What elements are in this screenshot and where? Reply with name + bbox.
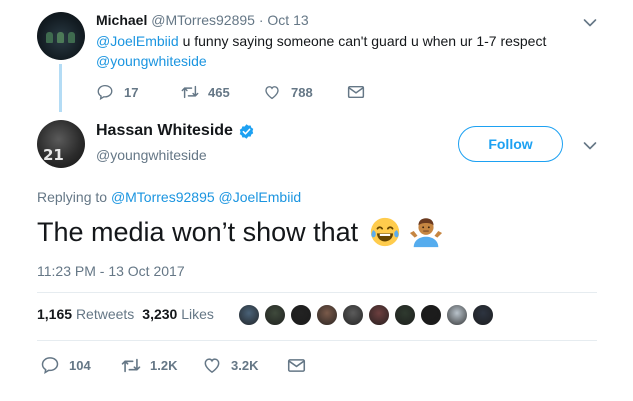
- parent-tweet[interactable]: Michael @MTorres92895 · Oct 13 @JoelEmbi…: [0, 0, 633, 112]
- retweets-label: Retweets: [75, 306, 135, 322]
- likes-label: Likes: [181, 306, 214, 322]
- liker-avatar[interactable]: [342, 304, 364, 326]
- replying-to-line: Replying to @MTorres92895 @JoelEmbiid: [37, 189, 301, 205]
- chevron-down-icon[interactable]: [583, 141, 597, 151]
- retweet-count: 465: [208, 84, 230, 100]
- like-button[interactable]: 3.2K: [202, 355, 287, 375]
- engagement-stats: 1,165 Retweets 3,230 Likes: [37, 306, 214, 322]
- reply-button[interactable]: 104: [40, 355, 120, 375]
- thread-connector-line: [59, 64, 62, 112]
- reply-icon: [41, 357, 59, 375]
- dm-button[interactable]: [287, 357, 306, 374]
- parent-header: Michael @MTorres92895 · Oct 13: [96, 12, 309, 28]
- like-button[interactable]: 788: [263, 83, 347, 101]
- mention-link[interactable]: @youngwhiteside: [96, 53, 207, 69]
- liker-avatars[interactable]: [238, 304, 494, 326]
- divider: [37, 340, 597, 341]
- follow-button[interactable]: Follow: [458, 126, 563, 162]
- mention-link[interactable]: @JoelEmbiid: [219, 189, 302, 205]
- avatar-figure: [68, 32, 75, 43]
- chevron-down-icon[interactable]: [583, 18, 597, 28]
- liker-avatar[interactable]: [446, 304, 468, 326]
- retweet-count: 1.2K: [150, 357, 178, 373]
- liker-avatar[interactable]: [290, 304, 312, 326]
- retweet-button[interactable]: 465: [180, 83, 263, 101]
- avatar-figure: [46, 32, 53, 43]
- mention-link[interactable]: @MTorres92895: [111, 189, 215, 205]
- parent-avatar[interactable]: [37, 12, 85, 60]
- liker-avatar[interactable]: [394, 304, 416, 326]
- liker-avatar[interactable]: [420, 304, 442, 326]
- liker-avatar[interactable]: [316, 304, 338, 326]
- tweet-timestamp[interactable]: 11:23 PM - 13 Oct 2017: [37, 263, 185, 279]
- replying-prefix: Replying to: [37, 189, 108, 205]
- separator-dot: ·: [258, 12, 264, 28]
- reply-button[interactable]: 17: [96, 83, 180, 101]
- author-handle[interactable]: @youngwhiteside: [96, 147, 207, 163]
- tweet-action-bar: 104 1.2K 3.2K: [40, 355, 306, 375]
- retweet-icon: [121, 358, 141, 372]
- avatar-jersey-number: 21: [43, 146, 64, 164]
- author-name-row[interactable]: Hassan Whiteside: [96, 122, 255, 140]
- parent-name[interactable]: Michael: [96, 12, 147, 28]
- reply-count: 17: [124, 84, 139, 100]
- liker-avatar[interactable]: [472, 304, 494, 326]
- liker-avatar[interactable]: [264, 304, 286, 326]
- divider: [37, 292, 597, 293]
- envelope-icon: [287, 358, 306, 372]
- like-count: 3.2K: [231, 357, 259, 373]
- verified-badge-icon: [239, 123, 254, 139]
- author-name[interactable]: Hassan Whiteside: [96, 122, 233, 140]
- parent-date[interactable]: Oct 13: [267, 12, 308, 28]
- retweets-stat[interactable]: 1,165 Retweets: [37, 306, 134, 322]
- envelope-icon: [347, 85, 365, 99]
- parent-text-body: u funny saying someone can't guard u whe…: [178, 33, 547, 49]
- likes-count: 3,230: [142, 306, 178, 322]
- parent-handle[interactable]: @MTorres92895: [151, 12, 255, 28]
- tweet-emojis: 😂 🤷🏽‍♂️: [368, 215, 444, 249]
- reply-icon: [97, 84, 113, 101]
- liker-avatar[interactable]: [238, 304, 260, 326]
- tears-of-joy-emoji-icon: 😂: [371, 217, 400, 247]
- reply-count: 104: [69, 357, 91, 373]
- author-avatar[interactable]: 21: [37, 120, 85, 168]
- dm-button[interactable]: [347, 84, 365, 100]
- parent-action-bar: 17 465 788: [96, 83, 365, 101]
- heart-icon: [204, 358, 220, 373]
- heart-icon: [265, 86, 279, 100]
- retweets-count: 1,165: [37, 306, 73, 322]
- man-shrugging-emoji-icon: 🤷🏽‍♂️: [410, 218, 443, 248]
- retweet-icon: [181, 85, 199, 99]
- tweet-text: The media won’t show that 😂 🤷🏽‍♂️: [37, 215, 444, 249]
- retweet-button[interactable]: 1.2K: [120, 356, 202, 375]
- mention-link[interactable]: @JoelEmbiid: [96, 33, 179, 49]
- liker-avatar[interactable]: [368, 304, 390, 326]
- likes-stat[interactable]: 3,230 Likes: [142, 306, 214, 322]
- parent-tweet-text: @JoelEmbiid u funny saying someone can't…: [96, 31, 596, 71]
- like-count: 788: [291, 84, 313, 100]
- avatar-figure: [57, 32, 64, 43]
- tweet-text-body: The media won’t show that: [37, 216, 359, 247]
